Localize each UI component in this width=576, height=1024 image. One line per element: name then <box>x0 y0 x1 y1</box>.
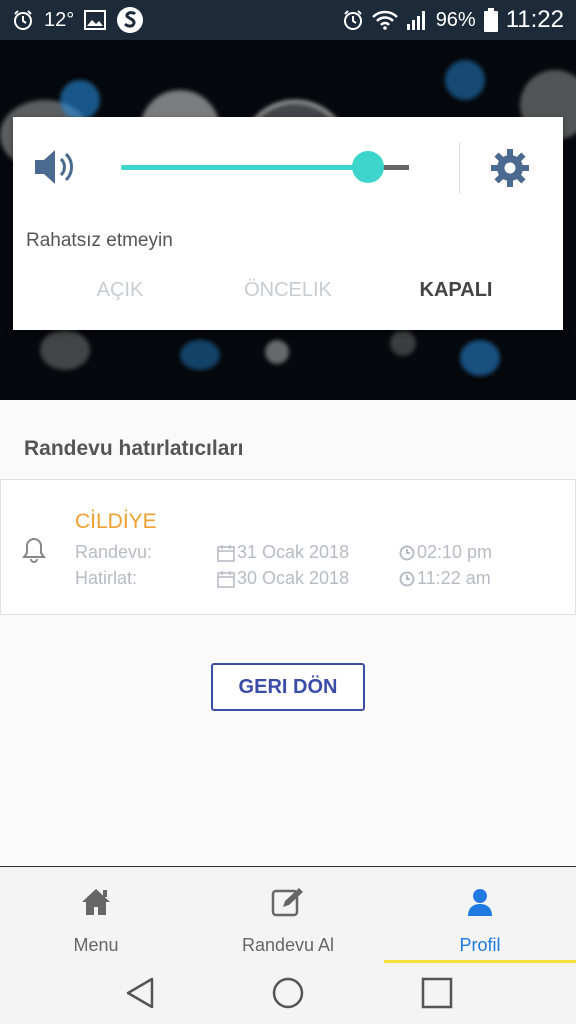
bokeh-light <box>445 60 485 100</box>
remind-time-value: 11:22 am <box>417 568 491 588</box>
bokeh-light <box>180 340 220 370</box>
nav-label-profile: Profil <box>459 935 501 955</box>
nav-item-menu[interactable]: Menu <box>0 867 192 964</box>
appointment-date-value: 31 Ocak 2018 <box>237 542 350 562</box>
temperature: 12° <box>44 8 75 31</box>
nav-label-appointment: Randevu Al <box>241 935 335 955</box>
edit-icon <box>271 885 305 919</box>
nav-label-menu: Menu <box>73 935 119 955</box>
s-app-icon <box>116 6 144 34</box>
bottom-nav: Menu Randevu Al Profil <box>0 866 576 964</box>
bokeh-light <box>390 330 416 356</box>
volume-panel: Rahatsız etmeyin AÇIK ÖNCELIK KAPALI <box>13 117 563 330</box>
appointment-time-value: 02:10 pm <box>417 542 493 562</box>
alarm-icon <box>12 9 34 31</box>
dnd-title: Rahatsız etmeyin <box>26 230 173 251</box>
dnd-option-off[interactable]: KAPALI <box>381 279 531 302</box>
image-icon <box>84 10 107 30</box>
back-button[interactable]: GERI DÖN <box>211 663 365 711</box>
remind-date: 30 Ocak 2018 <box>217 568 349 589</box>
home-circle-icon[interactable] <box>271 976 305 1015</box>
active-tab-indicator <box>384 960 576 963</box>
volume-row <box>13 117 563 217</box>
nav-item-profile[interactable]: Profil <box>384 867 576 964</box>
bell-icon <box>21 536 47 569</box>
home-icon <box>80 885 112 919</box>
gear-icon[interactable] <box>489 147 531 194</box>
system-nav-bar <box>0 964 576 1024</box>
calendar-icon <box>217 570 235 588</box>
volume-slider-fill[interactable] <box>121 165 369 170</box>
user-icon <box>466 885 494 919</box>
dnd-option-on[interactable]: AÇIK <box>45 279 195 302</box>
remind-label: Hatirlat: <box>75 568 138 588</box>
bokeh-light <box>40 330 90 370</box>
signal-icon <box>406 9 428 31</box>
alarm-icon <box>342 9 364 31</box>
section-title: Randevu hatırlatıcıları <box>24 437 244 460</box>
speaker-icon[interactable] <box>33 147 79 192</box>
battery-icon <box>483 8 498 32</box>
calendar-icon <box>217 544 235 562</box>
clock: 11:22 <box>505 6 564 33</box>
remind-date-value: 30 Ocak 2018 <box>237 568 350 588</box>
bokeh-light <box>265 340 289 364</box>
appointment-time: 02:10 pm <box>399 542 492 563</box>
reminder-title: CİLDİYE <box>75 510 157 533</box>
clock-icon <box>399 571 415 586</box>
reminder-card[interactable]: CİLDİYE Randevu: 31 Ocak 2018 02:10 pm H… <box>0 479 576 615</box>
appointment-label: Randevu: <box>75 542 153 562</box>
status-bar: 12° 96% 11:22 <box>0 0 576 40</box>
remind-time: 11:22 am <box>399 568 491 589</box>
recents-icon[interactable] <box>420 976 454 1015</box>
volume-slider-thumb[interactable] <box>352 151 384 183</box>
dnd-option-priority[interactable]: ÖNCELIK <box>213 279 363 302</box>
divider <box>459 142 460 194</box>
wifi-icon <box>371 10 398 30</box>
bokeh-light <box>460 340 500 376</box>
appointment-date: 31 Ocak 2018 <box>217 542 349 563</box>
nav-item-appointment[interactable]: Randevu Al <box>192 867 384 964</box>
bokeh-light <box>60 80 100 120</box>
clock-icon <box>399 545 415 560</box>
battery-percent: 96% <box>435 8 476 31</box>
back-icon[interactable] <box>124 976 156 1015</box>
